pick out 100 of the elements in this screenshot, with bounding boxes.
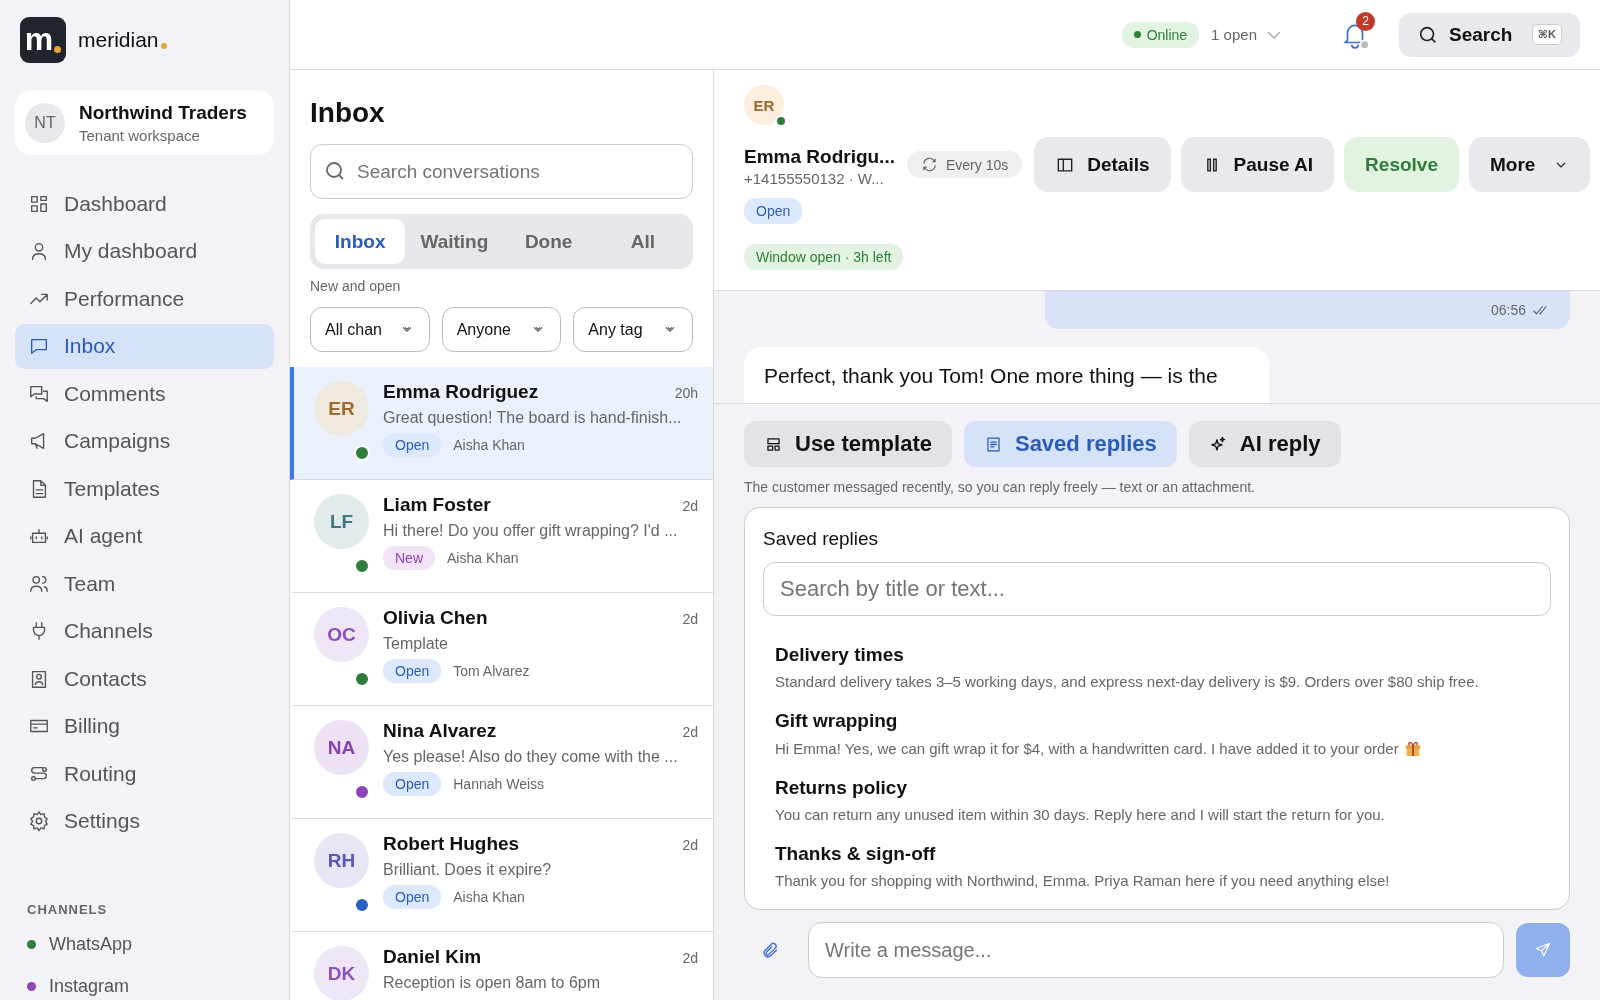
nav-item[interactable]: Templates [15, 466, 274, 511]
resolve-button[interactable]: Resolve [1344, 137, 1459, 192]
message-text: Perfect, thank you Tom! One more thing — is the [764, 364, 1218, 387]
send-icon [1534, 941, 1552, 959]
assignee-name: Tom Alvarez [453, 663, 530, 679]
nav-item[interactable]: AI agent [15, 513, 274, 559]
channel-item[interactable]: Instagram [15, 972, 274, 1000]
nav-item[interactable]: Team [15, 561, 274, 606]
status-badge: Open [383, 885, 442, 909]
contact-name: Emma Rodrigu... [744, 146, 895, 168]
dot-icon [160, 43, 167, 49]
nav-item[interactable]: Campaigns [15, 418, 274, 464]
details-button[interactable]: Details [1034, 137, 1171, 192]
composer-hint: The customer messaged recently, so you can reply freely — text or an attachment. [744, 479, 1256, 495]
conversation-item[interactable]: OC Olivia Chen 2d Template Open Tom Alvarez [290, 593, 713, 706]
workspace-card[interactable]: NT Northwind Traders Tenant workspace [15, 90, 274, 155]
nav-item[interactable]: Inbox [15, 323, 274, 369]
nav-item[interactable]: Dashboard [15, 181, 274, 226]
assignee-name: Aisha Khan [453, 437, 525, 453]
refresh-pill[interactable]: Every 10s [906, 151, 1023, 178]
saved-reply-item[interactable]: Returns policy You can return any unused item within 30 days. Reply here and I will start the return for you. [763, 777, 1551, 823]
message-field[interactable]: Write a message... [808, 922, 1504, 978]
filter-dropdown[interactable]: All chan [310, 307, 430, 352]
tab[interactable]: Waiting [409, 219, 500, 264]
workspace-avatar: NT [25, 102, 65, 143]
saved-reply-item[interactable]: Thanks & sign-off Thank you for shopping with Northwind, Emma. Priya Raman here if you need anything else! [763, 843, 1551, 889]
avatar: DK [314, 946, 369, 1000]
composer-tab[interactable]: Use template [744, 421, 952, 467]
avatar: ER [314, 381, 369, 436]
message-preview: Reception is open 8am to 6pm [383, 974, 601, 992]
filter-dropdown[interactable]: Any tag [573, 307, 693, 352]
message-preview: Template [383, 635, 449, 653]
avatar: RH [314, 833, 369, 888]
status-badge: Open [383, 772, 442, 796]
status-pill: Online [1121, 21, 1200, 48]
contact-name: Liam Foster [383, 494, 491, 516]
tab[interactable]: All [597, 219, 688, 264]
nav-item[interactable]: Settings [15, 798, 274, 844]
timestamp: 20h [674, 385, 698, 401]
search-button[interactable]: Search ⌘K [1399, 12, 1580, 57]
tab[interactable]: Done [503, 219, 594, 264]
tab[interactable]: Inbox [315, 219, 406, 264]
contact-phone: +14155550132 · W... [744, 170, 885, 187]
message-preview: Hi there! Do you offer gift wrapping? I'd ... [383, 522, 679, 540]
message-preview: Brilliant. Does it expire? [383, 861, 553, 879]
sparkle-icon [1208, 434, 1228, 454]
nav-item[interactable]: Performance [15, 276, 274, 321]
status-badge: Open [383, 433, 442, 457]
composer-tab[interactable]: Saved replies [963, 421, 1177, 467]
nav-item[interactable]: Billing [15, 703, 274, 749]
conversation-item[interactable]: DK Daniel Kim 2d Reception is open 8am to 6pm [290, 932, 713, 1000]
status-badge: Open [383, 659, 442, 683]
pause-ai-button[interactable]: Pause AI [1180, 137, 1335, 192]
nav-item[interactable]: My dashboard [15, 228, 274, 274]
gear-icon [28, 810, 50, 832]
message-preview: Great question! The board is hand-finish... [383, 409, 683, 427]
nav-item[interactable]: Contacts [15, 656, 274, 701]
avatar: LF [314, 494, 369, 549]
more-button[interactable]: More [1468, 137, 1591, 192]
timestamp: 2d [682, 837, 698, 853]
composer-tab[interactable]: AI reply [1188, 421, 1341, 467]
saved-reply-item[interactable]: Gift wrapping Hi Emma! Yes, we can gift wrap it for $4, with a handwritten card. I have added it to your order [763, 710, 1551, 757]
nav-item[interactable]: Comments [15, 371, 274, 416]
shortcut-key: ⌘K [1531, 24, 1562, 45]
contact-name: Nina Alvarez [383, 720, 497, 742]
chevron-icon [1267, 30, 1281, 39]
nav-item[interactable]: Routing [15, 751, 274, 796]
avatar: OC [314, 607, 369, 662]
contact-name: Olivia Chen [383, 607, 488, 629]
message-preview: Yes please! Also do they come with the ... [383, 748, 679, 766]
conversation-item[interactable]: ER Emma Rodriguez 20h Great question! The board is hand-finish... Open Aisha Khan [290, 367, 713, 480]
notification-count: 2 [1356, 11, 1375, 31]
contact-name: Emma Rodriguez [383, 381, 539, 403]
conversation-item[interactable]: NA Nina Alvarez 2d Yes please! Also do they come with the ... Open Hannah Weiss [290, 706, 713, 819]
list-subtitle: New and open [310, 278, 402, 294]
assignee-name: Hannah Weiss [453, 776, 545, 792]
status-badge: Open [744, 198, 803, 224]
conversation-item[interactable]: RH Robert Hughes 2d Brilliant. Does it expire? Open Aisha Khan [290, 819, 713, 932]
panel-title: Saved replies [763, 528, 880, 550]
conversation-item[interactable]: LF Liam Foster 2d Hi there! Do you offer gift wrapping? I'd ... New Aisha Khan [290, 480, 713, 593]
filter-dropdown[interactable]: Anyone [441, 307, 562, 352]
saved-reply-item[interactable]: Delivery times Standard delivery takes 3–5 working days, and express next-day delivery is $9. Orders over $80 ship free. [763, 644, 1551, 690]
open-count-dropdown[interactable]: 1 open [1205, 25, 1287, 44]
avatar: NA [314, 720, 369, 775]
workspace-subtitle: Tenant workspace [79, 126, 201, 144]
assignee-name: Aisha Khan [447, 550, 519, 566]
section-heading: CHANNELS [26, 901, 109, 917]
notifications-button[interactable]: 2 [1335, 14, 1375, 55]
send-button[interactable] [1516, 923, 1570, 977]
nav-item[interactable]: Channels [15, 608, 274, 654]
page-title: Inbox [310, 97, 386, 129]
logo: m [20, 17, 66, 63]
brand-name: meridian [78, 28, 159, 52]
timestamp: 2d [682, 950, 698, 966]
contact-name: Daniel Kim [383, 946, 482, 968]
search-field[interactable]: Search by title or text... [763, 562, 1551, 616]
channel-item[interactable]: WhatsApp [15, 930, 274, 959]
search-icon [326, 162, 344, 180]
contact-name: Robert Hughes [383, 833, 520, 855]
search-field[interactable]: Search conversations [310, 144, 693, 199]
